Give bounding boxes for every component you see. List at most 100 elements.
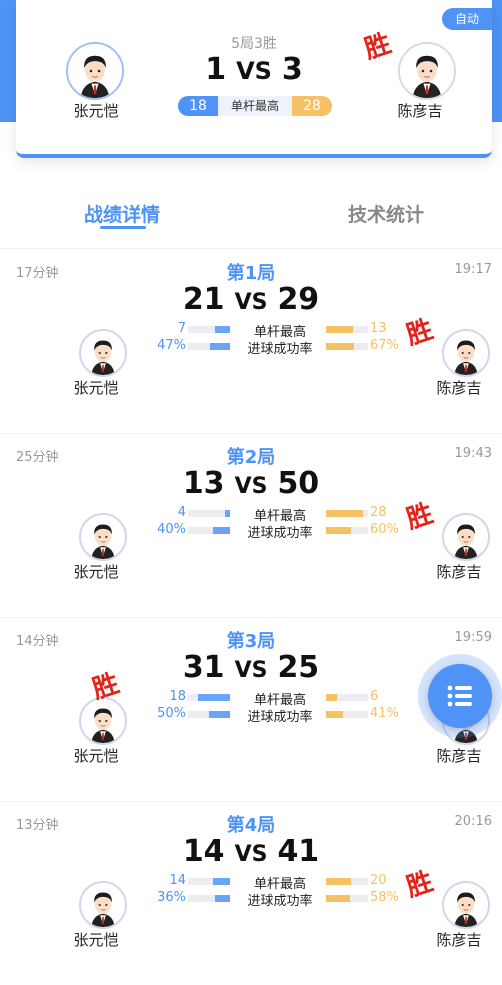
vs-label: VS [234,474,268,499]
left-player-name: 张元恺 [73,747,119,765]
right-stat-bar [326,510,368,517]
right-stat-fill [326,711,343,718]
highest-break-label: 单杆最高 [218,96,292,116]
stat-label: 进球成功率 [247,710,313,725]
right-stat-bar [326,343,368,350]
vs-label: VS [234,842,268,867]
right-stat-bar [326,326,368,333]
divider [0,248,502,249]
left-stat-value: 36% [157,890,186,905]
right-stat-value: 58% [370,890,399,905]
game-card[interactable]: 13分钟 第4局 20:16 14 VS 41 张元恺 陈彦吉 14 单杆最高 20 36% 进球成功率… [0,802,502,985]
left-stat-bar [188,527,230,534]
right-stat-bar [326,527,368,534]
active-tab-indicator [100,226,146,229]
game-stat-row: 36% 进球成功率 58% [150,890,410,909]
right-player-avatar[interactable] [442,513,490,561]
right-stat-value: 67% [370,338,399,353]
left-player-name: 张元恺 [73,931,119,949]
left-stat-value: 47% [157,338,186,353]
game-time: 19:17 [454,262,492,277]
left-stat-fill [210,343,230,350]
tab-technical-stats[interactable]: 技术统计 [286,200,486,227]
left-stat-fill [213,878,230,885]
left-stat-value: 4 [177,505,186,520]
avatar-image [444,331,488,375]
stat-label: 进球成功率 [247,526,313,541]
tab-bar: 战绩详情 技术统计 [0,190,502,240]
left-stat-value: 50% [157,706,186,721]
right-player-avatar[interactable] [442,881,490,929]
left-player-avatar[interactable] [79,329,127,377]
right-player-avatar[interactable] [442,329,490,377]
right-stat-fill [326,878,351,885]
right-player-name: 陈彦吉 [436,563,482,581]
avatar-image [444,883,488,927]
right-stat-fill [326,510,363,517]
highest-break-pill: 18 单杆最高 28 [178,96,332,116]
right-game-score: 41 [277,834,320,869]
left-stat-value: 7 [177,321,186,336]
left-stat-bar [188,326,230,333]
game-time: 19:43 [454,446,492,461]
game-stat-row: 7 单杆最高 13 [150,321,410,340]
right-stat-fill [326,895,350,902]
right-total-score: 3 [281,52,303,87]
game-card[interactable]: 25分钟 第2局 19:43 13 VS 50 张元恺 陈彦吉 4 单杆最高 28 40% 进球成功率 6… [0,434,502,617]
left-player-avatar[interactable] [79,513,127,561]
auto-badge[interactable]: 自动 [442,8,492,30]
vs-label: VS [234,658,268,683]
left-stat-bar [188,694,230,701]
left-player-avatar[interactable] [79,881,127,929]
right-stat-fill [326,326,353,333]
avatar-image [81,699,125,743]
left-stat-bar [188,343,230,350]
right-stat-value: 41% [370,706,399,721]
right-player-name: 陈彦吉 [397,102,443,120]
left-stat-fill [215,895,230,902]
game-stat-row: 4 单杆最高 28 [150,505,410,524]
match-summary-card: 自动 张元恺 5局3胜 1 VS 3 18 单杆最高 28 陈彦吉 胜 [16,0,492,158]
game-card[interactable]: 17分钟 第1局 19:17 21 VS 29 张元恺 陈彦吉 7 单杆最高 13 47% 进球成功率 6… [0,250,502,433]
left-highest-break: 18 [178,96,218,116]
right-player-name: 陈彦吉 [436,747,482,765]
tab-match-details[interactable]: 战绩详情 [22,200,222,227]
left-stat-value: 40% [157,522,186,537]
stat-label: 进球成功率 [247,342,313,357]
right-stat-bar [326,711,368,718]
right-stat-fill [326,343,354,350]
game-stat-row: 18 单杆最高 6 [150,689,410,708]
avatar-image [81,883,125,927]
left-stat-fill [198,694,230,701]
game-time: 20:16 [454,814,492,829]
avatar-image [81,515,125,559]
avatar-image [400,44,454,98]
game-stat-row: 14 单杆最高 20 [150,873,410,892]
right-stat-bar [326,878,368,885]
left-stat-bar [188,711,230,718]
left-stat-fill [215,326,230,333]
right-player-avatar[interactable] [398,42,456,100]
avatar-image [81,331,125,375]
right-stat-bar [326,694,368,701]
vs-label: VS [236,57,272,85]
game-stat-row: 40% 进球成功率 60% [150,522,410,541]
left-stat-bar [188,510,230,517]
right-stat-fill [326,527,351,534]
right-player-name: 陈彦吉 [436,931,482,949]
menu-fab-button[interactable] [428,664,492,728]
left-stat-value: 18 [169,689,186,704]
right-player-name: 陈彦吉 [436,379,482,397]
avatar-image [444,515,488,559]
right-game-score: 50 [277,466,320,501]
vs-label: VS [234,290,268,315]
right-stat-bar [326,895,368,902]
left-game-score: 14 [182,834,225,869]
left-total-score: 1 [205,52,227,87]
left-player-name: 张元恺 [73,563,119,581]
left-game-score: 31 [182,650,225,685]
left-stat-fill [209,711,230,718]
game-stat-row: 50% 进球成功率 41% [150,706,410,725]
game-stat-row: 47% 进球成功率 67% [150,338,410,357]
right-game-score: 25 [277,650,320,685]
